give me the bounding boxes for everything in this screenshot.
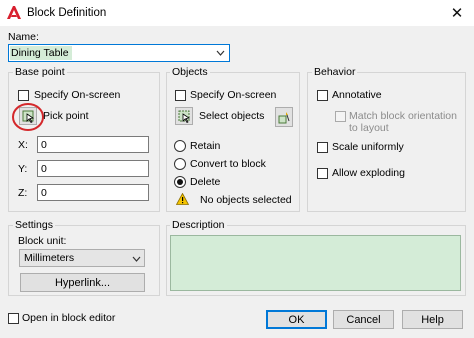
select-objects-button[interactable] [175,107,193,125]
annotative-label: Annotative [332,89,382,101]
name-label: Name: [8,31,39,43]
description-textarea[interactable] [170,235,461,291]
z-label: Z: [18,187,28,199]
y-label: Y: [18,163,28,175]
hyperlink-button[interactable]: Hyperlink... [20,273,145,292]
base-specify-onscreen-label: Specify On-screen [34,89,121,101]
name-combobox[interactable]: Dining Table [8,44,230,62]
block-unit-label: Block unit: [18,235,67,247]
allow-exploding-checkbox[interactable] [317,168,328,179]
open-in-block-editor-label: Open in block editor [22,312,116,324]
quick-select-icon [278,112,290,124]
select-objects-label: Select objects [199,110,265,122]
annotative-checkbox[interactable] [317,90,328,101]
autocad-logo-icon [7,6,21,19]
chevron-down-icon[interactable] [216,50,225,56]
help-button[interactable]: Help [402,310,463,329]
convert-to-block-radio[interactable] [174,158,186,170]
open-in-block-editor-checkbox[interactable] [8,313,19,324]
delete-label: Delete [190,176,221,188]
x-field[interactable]: 0 [37,136,149,153]
annotation-circle [12,103,44,131]
description-legend: Description [170,219,227,231]
match-orientation-label-line1: Match block orientation [349,110,457,122]
block-unit-dropdown[interactable]: Millimeters [19,249,145,267]
base-specify-onscreen-checkbox[interactable] [18,90,29,101]
behavior-legend: Behavior [312,66,358,78]
select-objects-icon [178,110,191,123]
retain-radio[interactable] [174,140,186,152]
settings-legend: Settings [13,219,55,231]
cancel-button[interactable]: Cancel [333,310,394,329]
convert-to-block-label: Convert to block [190,158,266,170]
objects-legend: Objects [170,66,210,78]
block-unit-value: Millimeters [24,252,75,264]
x-label: X: [18,139,28,151]
pick-point-label: Pick point [43,110,89,122]
scale-uniformly-label: Scale uniformly [332,141,404,153]
base-point-legend: Base point [13,66,67,78]
close-icon[interactable]: ✕ [440,0,474,26]
window-title: Block Definition [27,7,107,19]
retain-label: Retain [190,140,221,152]
allow-exploding-label: Allow exploding [332,167,405,179]
z-value: 0 [41,187,47,199]
name-value: Dining Table [11,47,69,59]
chevron-down-icon [132,256,141,262]
ok-button[interactable]: OK [266,310,327,329]
warning-text: No objects selected [200,194,292,206]
delete-radio[interactable] [174,176,186,188]
match-orientation-label-line2: to layout [349,122,389,134]
warning-icon [176,193,189,205]
quick-select-button[interactable] [275,107,293,127]
match-orientation-checkbox[interactable] [335,111,346,122]
scale-uniformly-checkbox[interactable] [317,142,328,153]
x-value: 0 [41,139,47,151]
y-field[interactable]: 0 [37,160,149,177]
objects-specify-onscreen-checkbox[interactable] [175,90,186,101]
y-value: 0 [41,163,47,175]
objects-specify-onscreen-label: Specify On-screen [190,89,277,101]
z-field[interactable]: 0 [37,184,149,201]
